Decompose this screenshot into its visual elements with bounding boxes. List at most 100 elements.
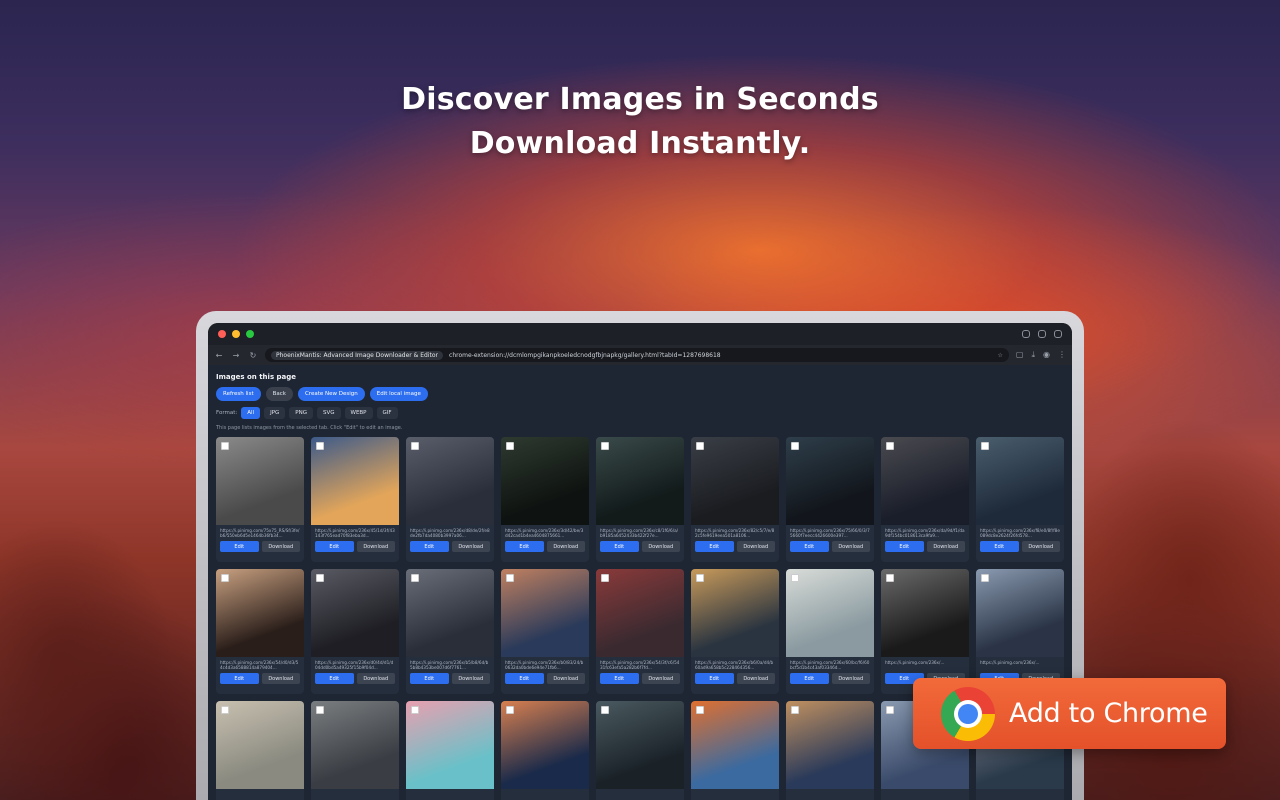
action-button-refresh-list[interactable]: Refresh list [216, 387, 261, 401]
download-button[interactable]: Download [546, 673, 585, 684]
select-checkbox[interactable] [791, 442, 799, 450]
download-button[interactable]: Download [356, 673, 395, 684]
window-menu-icon[interactable] [1054, 330, 1062, 338]
edit-button[interactable]: Edit [980, 541, 1019, 552]
download-button[interactable]: Download [451, 673, 490, 684]
select-checkbox[interactable] [411, 706, 419, 714]
extension-icon[interactable] [1038, 330, 1046, 338]
image-thumbnail[interactable] [786, 437, 874, 525]
download-button[interactable]: Download [261, 541, 300, 552]
edit-button[interactable]: Edit [220, 673, 259, 684]
select-checkbox[interactable] [696, 442, 704, 450]
edit-button[interactable]: Edit [600, 541, 639, 552]
select-checkbox[interactable] [221, 574, 229, 582]
action-button-create-new-design[interactable]: Create New Design [297, 387, 365, 401]
download-button[interactable]: Download [641, 541, 680, 552]
edit-button[interactable]: Edit [410, 673, 449, 684]
image-thumbnail[interactable] [311, 437, 399, 525]
select-checkbox[interactable] [696, 574, 704, 582]
action-button-edit-local-image[interactable]: Edit local image [369, 387, 428, 401]
select-checkbox[interactable] [601, 706, 609, 714]
select-checkbox[interactable] [886, 574, 894, 582]
format-all[interactable]: All [241, 407, 261, 419]
image-thumbnail[interactable] [501, 701, 589, 789]
forward-arrow-icon[interactable]: → [231, 351, 241, 360]
extensions-puzzle-icon[interactable]: ▢ [1016, 350, 1024, 360]
image-thumbnail[interactable] [406, 701, 494, 789]
select-checkbox[interactable] [696, 706, 704, 714]
download-button[interactable]: Download [831, 541, 870, 552]
format-png[interactable]: PNG [289, 407, 313, 419]
select-checkbox[interactable] [791, 706, 799, 714]
format-jpg[interactable]: JPG [264, 407, 286, 419]
image-thumbnail[interactable] [881, 437, 969, 525]
profile-icon[interactable] [1022, 330, 1030, 338]
add-to-chrome-button[interactable]: Add to Chrome [913, 678, 1226, 749]
image-thumbnail[interactable] [216, 569, 304, 657]
select-checkbox[interactable] [411, 442, 419, 450]
reload-icon[interactable]: ↻ [248, 351, 258, 360]
image-thumbnail[interactable] [976, 437, 1064, 525]
image-thumbnail[interactable] [786, 701, 874, 789]
bookmark-star-icon[interactable]: ☆ [998, 352, 1003, 359]
select-checkbox[interactable] [221, 706, 229, 714]
download-button[interactable]: Download [736, 673, 775, 684]
minimize-window-button[interactable] [232, 330, 240, 338]
select-checkbox[interactable] [791, 574, 799, 582]
select-checkbox[interactable] [506, 574, 514, 582]
downloads-icon[interactable]: ⤓ [1031, 350, 1035, 360]
edit-button[interactable]: Edit [315, 673, 354, 684]
image-thumbnail[interactable] [881, 569, 969, 657]
download-button[interactable]: Download [546, 541, 585, 552]
select-checkbox[interactable] [886, 442, 894, 450]
edit-button[interactable]: Edit [505, 541, 544, 552]
select-checkbox[interactable] [601, 574, 609, 582]
edit-button[interactable]: Edit [600, 673, 639, 684]
format-svg[interactable]: SVG [316, 407, 341, 419]
download-button[interactable]: Download [451, 541, 490, 552]
image-thumbnail[interactable] [406, 437, 494, 525]
select-checkbox[interactable] [506, 706, 514, 714]
select-checkbox[interactable] [316, 442, 324, 450]
edit-button[interactable]: Edit [410, 541, 449, 552]
image-thumbnail[interactable] [596, 569, 684, 657]
image-thumbnail[interactable] [691, 437, 779, 525]
image-thumbnail[interactable] [216, 701, 304, 789]
select-checkbox[interactable] [316, 706, 324, 714]
format-gif[interactable]: GIF [376, 407, 398, 419]
download-button[interactable]: Download [356, 541, 395, 552]
edit-button[interactable]: Edit [790, 673, 829, 684]
close-window-button[interactable] [218, 330, 226, 338]
image-thumbnail[interactable] [501, 437, 589, 525]
edit-button[interactable]: Edit [505, 673, 544, 684]
image-thumbnail[interactable] [216, 437, 304, 525]
download-button[interactable]: Download [926, 541, 965, 552]
edit-button[interactable]: Edit [695, 541, 734, 552]
image-thumbnail[interactable] [596, 701, 684, 789]
edit-button[interactable]: Edit [220, 541, 259, 552]
download-button[interactable]: Download [736, 541, 775, 552]
image-thumbnail[interactable] [786, 569, 874, 657]
maximize-window-button[interactable] [246, 330, 254, 338]
image-thumbnail[interactable] [691, 701, 779, 789]
select-checkbox[interactable] [506, 442, 514, 450]
image-thumbnail[interactable] [691, 569, 779, 657]
edit-button[interactable]: Edit [790, 541, 829, 552]
image-thumbnail[interactable] [311, 569, 399, 657]
download-button[interactable]: Download [1021, 541, 1060, 552]
address-bar[interactable]: PhoenixMantis: Advanced Image Downloader… [265, 348, 1009, 362]
download-button[interactable]: Download [261, 673, 300, 684]
select-checkbox[interactable] [601, 442, 609, 450]
select-checkbox[interactable] [981, 574, 989, 582]
select-checkbox[interactable] [411, 574, 419, 582]
edit-button[interactable]: Edit [695, 673, 734, 684]
image-thumbnail[interactable] [596, 437, 684, 525]
image-thumbnail[interactable] [311, 701, 399, 789]
account-icon[interactable]: ◉ [1043, 350, 1050, 360]
select-checkbox[interactable] [886, 706, 894, 714]
select-checkbox[interactable] [981, 442, 989, 450]
select-checkbox[interactable] [221, 442, 229, 450]
download-button[interactable]: Download [641, 673, 680, 684]
select-checkbox[interactable] [316, 574, 324, 582]
back-arrow-icon[interactable]: ← [214, 351, 224, 360]
